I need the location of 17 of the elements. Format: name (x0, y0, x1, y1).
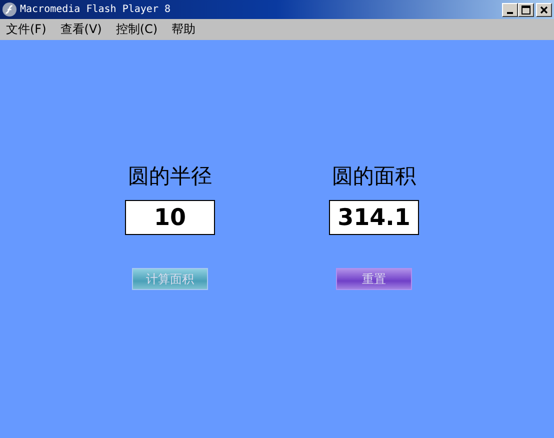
field-label: 圆的面积 (332, 163, 416, 189)
input-field[interactable]: 10 (125, 200, 215, 235)
maximize-button[interactable] (518, 2, 534, 16)
close-icon (539, 4, 549, 14)
app-logo-icon (2, 2, 17, 17)
menu-item[interactable]: 帮助 (172, 21, 196, 38)
maximize-icon (521, 4, 531, 14)
field-label: 圆的半径 (128, 163, 212, 189)
reset-button[interactable]: 重置 (336, 268, 412, 290)
menu-item[interactable]: 控制(C) (116, 21, 158, 38)
menu-item[interactable]: 查看(V) (60, 21, 102, 38)
input-field[interactable]: 314.1 (329, 200, 419, 235)
minimize-button[interactable] (502, 2, 518, 16)
close-button[interactable] (536, 2, 552, 16)
window-title: Macromedia Flash Player 8 (20, 4, 172, 15)
minimize-icon (507, 12, 513, 14)
menu-item[interactable]: 文件(F) (6, 21, 46, 38)
